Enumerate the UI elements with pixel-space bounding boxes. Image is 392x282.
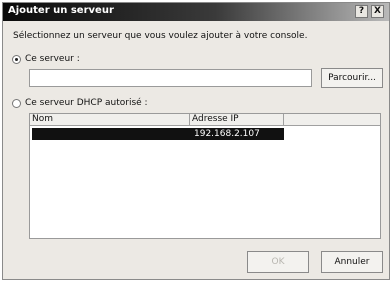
column-header-empty bbox=[284, 114, 380, 126]
dhcp-server-radio[interactable] bbox=[12, 99, 21, 108]
server-name-input[interactable] bbox=[29, 69, 312, 87]
instruction-text: Sélectionnez un serveur que vous voulez … bbox=[13, 31, 308, 41]
dhcp-server-list[interactable]: Nom Adresse IP 192.168.2.107 bbox=[29, 113, 381, 239]
browse-button[interactable]: Parcourir... bbox=[321, 68, 383, 88]
dhcp-server-label: Ce serveur DHCP autorisé : bbox=[25, 98, 148, 108]
this-server-label: Ce serveur : bbox=[25, 54, 80, 64]
title-bar[interactable]: Ajouter un serveur ? X bbox=[3, 3, 389, 21]
column-header-ip[interactable]: Adresse IP bbox=[190, 114, 284, 126]
table-row[interactable]: 192.168.2.107 bbox=[32, 128, 284, 140]
close-button[interactable]: X bbox=[371, 5, 384, 18]
this-server-radio[interactable] bbox=[12, 55, 21, 64]
help-button[interactable]: ? bbox=[355, 5, 368, 18]
cancel-button[interactable]: Annuler bbox=[321, 251, 383, 273]
ok-button[interactable]: OK bbox=[247, 251, 309, 273]
row-ip-cell: 192.168.2.107 bbox=[194, 129, 260, 139]
add-server-dialog: Ajouter un serveur ? X Sélectionnez un s… bbox=[2, 2, 390, 280]
dialog-title: Ajouter un serveur bbox=[8, 5, 114, 16]
column-header-name[interactable]: Nom bbox=[30, 114, 190, 126]
